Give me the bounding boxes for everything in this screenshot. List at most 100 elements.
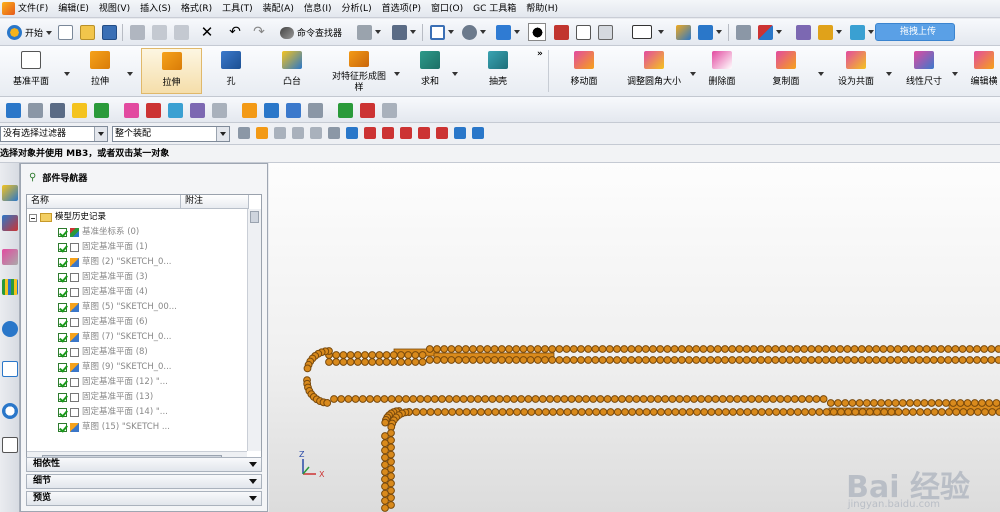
column-header-name[interactable]: 名称 (27, 195, 181, 209)
column-header-note[interactable]: 附注 (181, 195, 249, 209)
app-logo-icon[interactable] (2, 2, 15, 15)
visibility-checkbox[interactable] (58, 303, 67, 312)
chain-model[interactable]: Z X (269, 163, 1000, 512)
feature-tool-button[interactable] (188, 101, 206, 119)
visibility-checkbox[interactable] (58, 258, 67, 267)
menu-assembly[interactable]: 装配(A) (258, 0, 299, 18)
history-tab-icon[interactable] (2, 361, 18, 377)
assembly-navigator-tab-icon[interactable] (2, 215, 18, 231)
edit-section-button[interactable]: 编辑横 (968, 48, 1000, 94)
extrude-button[interactable]: 拉伸 (80, 48, 120, 94)
selection-button[interactable] (390, 23, 408, 41)
rotate-button[interactable] (460, 23, 478, 41)
edges-button[interactable] (596, 23, 614, 41)
fit-view-button[interactable] (428, 23, 446, 41)
feature-tool-button[interactable] (380, 101, 398, 119)
clock-tab-icon[interactable] (2, 403, 18, 419)
shaded-button[interactable] (552, 23, 570, 41)
upload-button[interactable]: 拖拽上传 (875, 23, 955, 41)
tree-row[interactable]: 草图 (15) "SKETCH ... (27, 420, 245, 435)
pattern-feature-button[interactable]: 对特征形成图样 (328, 48, 390, 94)
snap-filter-button[interactable] (398, 125, 414, 141)
visibility-checkbox[interactable] (58, 393, 67, 402)
chevron-down-icon[interactable] (448, 30, 454, 34)
delete-face-button[interactable]: 删除面 (704, 48, 740, 94)
render-style-button[interactable] (528, 23, 546, 41)
tree-row[interactable]: 固定基准平面 (14) "... (27, 405, 245, 420)
visibility-checkbox[interactable] (58, 243, 67, 252)
feature-tool-button[interactable] (26, 101, 44, 119)
tree-row[interactable]: 固定基准平面 (4) (27, 285, 245, 300)
shell-button[interactable]: 抽壳 (482, 48, 514, 94)
copy-face-button[interactable]: 复制面 (768, 48, 804, 94)
cut-button[interactable] (128, 23, 146, 41)
linear-dimension-button[interactable]: 线性尺寸 (902, 48, 946, 94)
feature-tool-button[interactable] (92, 101, 110, 119)
tree-row[interactable]: 固定基准平面 (8) (27, 345, 245, 360)
snap-filter-button[interactable] (452, 125, 468, 141)
menu-view[interactable]: 视图(V) (94, 0, 135, 18)
tree-row[interactable]: 草图 (7) "SKETCH_0... (27, 330, 245, 345)
collapse-icon[interactable] (29, 214, 37, 222)
move-face-button[interactable]: 移动面 (566, 48, 602, 94)
tree-row[interactable]: 草图 (9) "SKETCH_0... (27, 360, 245, 375)
wireframe-button[interactable] (574, 23, 592, 41)
measure-button[interactable] (794, 23, 812, 41)
feature-tool-button[interactable] (144, 101, 162, 119)
visibility-checkbox[interactable] (58, 288, 67, 297)
menu-tools[interactable]: 工具(T) (217, 0, 258, 18)
chevron-down-icon[interactable] (480, 30, 486, 34)
chevron-down-icon[interactable] (410, 30, 416, 34)
menu-info[interactable]: 信息(I) (299, 0, 337, 18)
chevron-down-icon[interactable] (216, 127, 229, 141)
reuse-library-tab-icon[interactable] (2, 279, 18, 295)
snap-filter-button[interactable] (362, 125, 378, 141)
tree-row[interactable]: 固定基准平面 (12) "... (27, 375, 245, 390)
delete-button[interactable]: ✕ (198, 23, 216, 41)
layer-button[interactable] (734, 23, 752, 41)
snap-filter-button[interactable] (434, 125, 450, 141)
snap-filter-button[interactable] (236, 125, 252, 141)
menu-format[interactable]: 格式(R) (176, 0, 217, 18)
menu-window[interactable]: 窗口(O) (426, 0, 468, 18)
visibility-checkbox[interactable] (58, 408, 67, 417)
make-coplanar-button[interactable]: 设为共面 (834, 48, 878, 94)
chevron-down-icon[interactable] (452, 72, 458, 76)
scope-filter-select[interactable]: 整个装配 (112, 126, 230, 142)
visibility-checkbox[interactable] (58, 318, 67, 327)
snap-filter-button[interactable] (344, 125, 360, 141)
motion-button[interactable] (848, 23, 866, 41)
clip-button[interactable] (696, 23, 714, 41)
unite-button[interactable]: 求和 (416, 48, 444, 94)
chevron-down-icon[interactable] (658, 30, 664, 34)
save-button[interactable] (100, 23, 118, 41)
visibility-checkbox[interactable] (58, 423, 67, 432)
snap-filter-button[interactable] (308, 125, 324, 141)
snap-filter-button[interactable] (290, 125, 306, 141)
hole-button[interactable]: 孔 (214, 48, 248, 94)
menu-help[interactable]: 帮助(H) (521, 0, 563, 18)
tree-row[interactable]: 固定基准平面 (3) (27, 270, 245, 285)
tree-row[interactable]: 固定基准平面 (6) (27, 315, 245, 330)
tree-row[interactable]: 固定基准平面 (1) (27, 240, 245, 255)
datum-plane-button[interactable]: 基准平面 (6, 48, 56, 94)
feature-tool-button[interactable] (48, 101, 66, 119)
feature-tool-button[interactable] (166, 101, 184, 119)
menu-edit[interactable]: 编辑(E) (53, 0, 94, 18)
section-preview[interactable]: 预览 (26, 491, 262, 506)
tree-row[interactable]: 固定基准平面 (13) (27, 390, 245, 405)
web-browser-tab-icon[interactable] (2, 321, 18, 337)
tree-row[interactable]: 草图 (2) "SKETCH_0... (27, 255, 245, 270)
snap-filter-button[interactable] (416, 125, 432, 141)
visibility-checkbox[interactable] (58, 333, 67, 342)
visibility-checkbox[interactable] (58, 273, 67, 282)
scrollbar-thumb[interactable] (250, 211, 259, 223)
orient-view-button[interactable] (494, 23, 512, 41)
chevron-down-icon[interactable] (690, 72, 696, 76)
copy-button[interactable] (150, 23, 168, 41)
visibility-checkbox[interactable] (58, 348, 67, 357)
chevron-down-icon[interactable] (716, 30, 722, 34)
menu-analysis[interactable]: 分析(L) (337, 0, 377, 18)
chevron-down-icon[interactable] (776, 30, 782, 34)
new-button[interactable] (56, 23, 74, 41)
